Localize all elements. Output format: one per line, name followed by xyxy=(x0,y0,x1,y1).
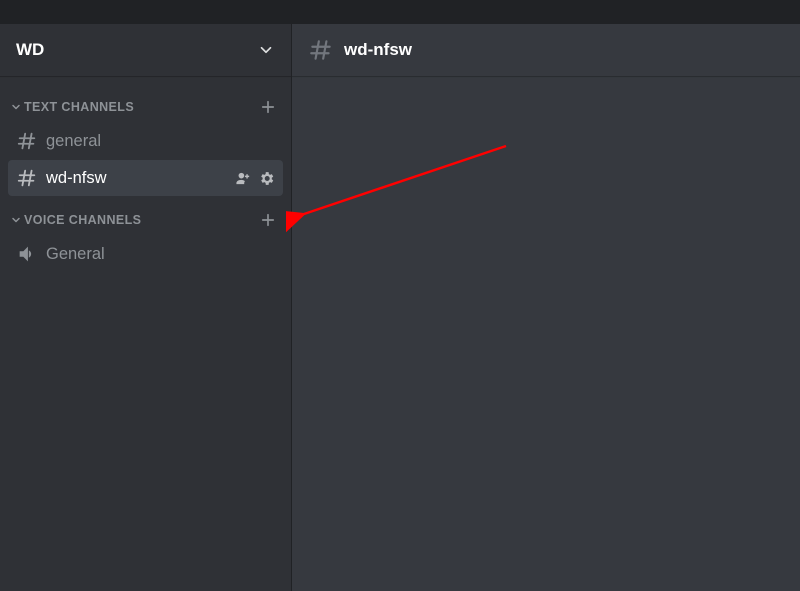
category-text-channels[interactable]: TEXT CHANNELS xyxy=(8,84,283,122)
hash-icon xyxy=(16,130,38,152)
category-voice-channels[interactable]: VOICE CHANNELS xyxy=(8,197,283,235)
channel-title: wd-nfsw xyxy=(344,40,412,60)
create-invite-button[interactable] xyxy=(235,170,252,187)
hash-icon xyxy=(308,37,334,63)
add-channel-button[interactable] xyxy=(257,209,279,231)
window-titlebar xyxy=(0,0,800,24)
chevron-down-icon xyxy=(10,101,22,113)
chevron-down-icon xyxy=(257,41,275,59)
category-label: TEXT CHANNELS xyxy=(24,100,134,114)
channel-name: General xyxy=(46,245,275,264)
channel-list: TEXT CHANNELS general wd-nfsw xyxy=(0,76,291,591)
chevron-down-icon xyxy=(10,214,22,226)
channel-item-voice-general[interactable]: General xyxy=(8,236,283,272)
speaker-icon xyxy=(16,243,38,265)
main-panel: wd-nfsw xyxy=(292,24,800,591)
server-name: WD xyxy=(16,40,44,60)
channel-name: wd-nfsw xyxy=(46,169,227,188)
category-toggle[interactable]: VOICE CHANNELS xyxy=(10,213,141,227)
channel-name: general xyxy=(46,132,275,151)
channel-header: wd-nfsw xyxy=(292,24,800,76)
annotation-arrow xyxy=(286,136,546,256)
channel-sidebar: WD TEXT CHANNELS xyxy=(0,24,292,591)
hash-icon xyxy=(16,167,38,189)
channel-item-wd-nfsw[interactable]: wd-nfsw xyxy=(8,160,283,196)
category-label: VOICE CHANNELS xyxy=(24,213,141,227)
server-header-button[interactable]: WD xyxy=(0,24,291,76)
channel-item-general[interactable]: general xyxy=(8,123,283,159)
add-channel-button[interactable] xyxy=(257,96,279,118)
app-frame: WD TEXT CHANNELS xyxy=(0,24,800,591)
edit-channel-button[interactable] xyxy=(258,170,275,187)
message-area xyxy=(292,76,800,591)
category-toggle[interactable]: TEXT CHANNELS xyxy=(10,100,134,114)
